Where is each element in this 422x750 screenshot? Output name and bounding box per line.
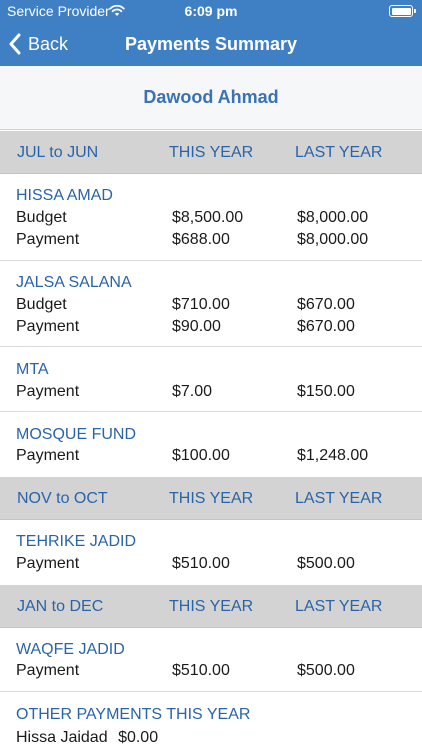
column-last-year: LAST YEAR xyxy=(295,144,383,161)
section-period: JAN to DEC xyxy=(17,598,104,615)
other-payments-title: OTHER PAYMENTS THIS YEAR xyxy=(16,706,251,723)
other-payment-amount: $0.00 xyxy=(118,729,159,746)
item-row-budget: Budget $8,500.00 $8,000.00 xyxy=(16,209,369,226)
item-row-payment: Payment $510.00 $500.00 xyxy=(16,555,355,572)
section-period: NOV to OCT xyxy=(17,490,108,507)
section-header-nov-oct: NOV to OCT THIS YEAR LAST YEAR xyxy=(0,477,422,520)
column-last-year: LAST YEAR xyxy=(295,490,383,507)
item-row-payment: Payment $7.00 $150.00 xyxy=(16,383,355,400)
item-title: MTA xyxy=(16,361,49,378)
item-title: MOSQUE FUND xyxy=(16,426,136,443)
battery-icon xyxy=(389,5,416,17)
column-this-year: THIS YEAR xyxy=(169,598,254,615)
item-row-payment: Payment $100.00 $1,248.00 xyxy=(16,447,369,464)
item-row-payment: Payment $688.00 $8,000.00 xyxy=(16,231,369,248)
page-title: Payments Summary xyxy=(124,34,298,54)
navigation-bar: Back Payments Summary xyxy=(0,22,422,66)
other-payments-section: OTHER PAYMENTS THIS YEAR Hissa Jaidad $0… xyxy=(0,692,422,750)
item-title: JALSA SALANA xyxy=(16,274,132,291)
payment-item-mosque-fund[interactable]: MOSQUE FUND Payment $100.00 $1,248.00 xyxy=(0,412,422,477)
item-title: WAQFE JADID xyxy=(16,641,125,658)
payment-item-hissa-amad[interactable]: HISSA AMAD Budget $8,500.00 $8,000.00 Pa… xyxy=(0,174,422,261)
column-this-year: THIS YEAR xyxy=(169,144,254,161)
item-title: TEHRIKE JADID xyxy=(16,533,137,550)
item-row-payment: Payment $510.00 $500.00 xyxy=(16,662,355,679)
member-name-bar: Dawood Ahmad xyxy=(0,66,422,130)
other-payment-row: Hissa Jaidad $0.00 xyxy=(16,729,158,747)
payment-item-waqfe-jadid[interactable]: WAQFE JADID Payment $510.00 $500.00 xyxy=(0,628,422,692)
section-header-jul-jun: JUL to JUN THIS YEAR LAST YEAR xyxy=(0,131,422,174)
column-last-year: LAST YEAR xyxy=(295,598,383,615)
other-payment-label: Hissa Jaidad xyxy=(16,729,108,746)
section-period: JUL to JUN xyxy=(17,144,99,161)
payment-item-mta[interactable]: MTA Payment $7.00 $150.00 xyxy=(0,347,422,412)
item-title: HISSA AMAD xyxy=(16,187,113,204)
status-bar: Service Provider 6:09 pm xyxy=(0,0,422,22)
member-name: Dawood Ahmad xyxy=(143,87,279,107)
clock-time: 6:09 pm xyxy=(184,3,238,19)
payment-item-tehrike-jadid[interactable]: TEHRIKE JADID Payment $510.00 $500.00 xyxy=(0,520,422,585)
item-row-payment: Payment $90.00 $670.00 xyxy=(16,318,355,335)
section-header-jan-dec: JAN to DEC THIS YEAR LAST YEAR xyxy=(0,585,422,628)
column-this-year: THIS YEAR xyxy=(169,490,254,507)
top-bar: Service Provider 6:09 pm Back Payments S… xyxy=(0,0,422,66)
item-row-budget: Budget $710.00 $670.00 xyxy=(16,296,355,313)
payment-item-jalsa-salana[interactable]: JALSA SALANA Budget $710.00 $670.00 Paym… xyxy=(0,261,422,347)
